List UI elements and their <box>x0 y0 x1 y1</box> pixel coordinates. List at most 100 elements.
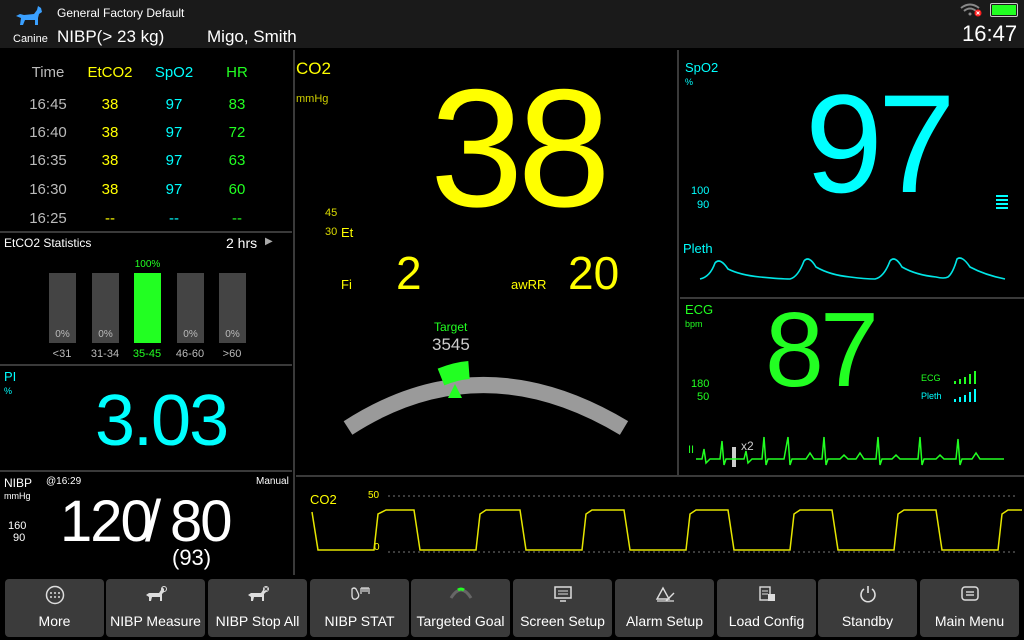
table-cell: -- <box>169 210 179 227</box>
stat-icon <box>310 585 409 603</box>
alarm-icon <box>615 585 714 603</box>
table-cell: 38 <box>101 96 119 113</box>
pleth-waveform[interactable]: Pleth <box>680 235 1024 295</box>
table-cell: 16:40 <box>29 124 67 141</box>
standby-button[interactable]: Standby <box>818 579 917 637</box>
ecg-label: ECG <box>685 302 714 317</box>
table-cell: 38 <box>101 152 119 169</box>
table-cell: 97 <box>165 181 183 198</box>
table-cell: 16:45 <box>29 96 67 113</box>
nibp-separator: / <box>145 489 162 554</box>
spo2-panel[interactable]: SpO2 % 97 100 90 <box>680 50 1024 235</box>
stat-bar-percent: 0% <box>183 329 198 340</box>
screen-setup-button[interactable]: Screen Setup <box>513 579 612 637</box>
stat-bar-percent: 0% <box>98 329 113 340</box>
stats-period[interactable]: 2 hrs <box>226 235 257 251</box>
hr-limit-low: 50 <box>697 391 710 403</box>
nibp-time: @16:29 <box>46 476 82 487</box>
main-menu-button[interactable]: Main Menu <box>920 579 1019 637</box>
table-cell: 16:35 <box>29 152 67 169</box>
power-icon <box>818 585 917 603</box>
stats-title: EtCO2 Statistics <box>4 236 92 250</box>
nibp-mean: (93) <box>172 545 212 570</box>
table-cell: 16:30 <box>29 181 67 198</box>
targeted-goal-button[interactable]: Targeted Goal <box>411 579 510 637</box>
config-icon <box>717 585 816 603</box>
nibp-systolic: 120 <box>60 489 153 554</box>
config-profile[interactable]: General Factory Default <box>57 6 184 20</box>
co2-waveform[interactable]: CO2 50 0 <box>296 478 1024 574</box>
chevron-right-icon[interactable]: ▶ <box>265 236 273 247</box>
nibp-stop-all-button[interactable]: NIBP Stop All <box>208 579 307 637</box>
top-header: Canine General Factory Default NIBP(> 23… <box>0 0 1024 48</box>
pi-label: PI <box>4 369 17 384</box>
nibp-mode-label: Manual <box>256 476 289 487</box>
spo2-signal-bar-icon <box>996 195 1008 209</box>
nibp-limit-low: 90 <box>13 532 26 544</box>
stat-bar-percent: 0% <box>225 329 240 340</box>
nibp-mode[interactable]: NIBP(> 23 kg) <box>57 27 164 47</box>
co2-awrr-label: awRR <box>511 277 547 292</box>
hr-limit-high: 180 <box>691 378 710 390</box>
co2-unit: mmHg <box>296 93 329 105</box>
table-cell: 97 <box>165 124 183 141</box>
trend-table[interactable]: Time EtCO2 SpO2 HR 16:45 38 97 83 16:40 … <box>0 50 292 230</box>
co2-value: 38 <box>430 54 611 242</box>
col-header-time: Time <box>31 64 65 81</box>
target-label: Target <box>434 320 468 334</box>
table-cell: 83 <box>228 96 246 113</box>
hr-source-ecg: ECG <box>921 373 941 383</box>
nibp-stat-button[interactable]: NIBP STAT <box>310 579 409 637</box>
nibp-measure-button[interactable]: NIBP Measure <box>106 579 205 637</box>
load-config-button[interactable]: Load Config <box>717 579 816 637</box>
dog-stop-icon <box>208 585 307 603</box>
gauge-icon <box>411 585 510 603</box>
col-header-etco2: EtCO2 <box>87 64 133 81</box>
table-cell: 63 <box>228 152 246 169</box>
pi-unit: % <box>4 386 13 396</box>
screen-icon <box>513 585 612 603</box>
table-cell: 72 <box>228 124 246 141</box>
more-button[interactable]: More <box>5 579 104 637</box>
nibp-label: NIBP <box>4 476 33 490</box>
more-icon <box>5 585 104 605</box>
spo2-value: 97 <box>805 65 956 222</box>
battery-icon <box>990 3 1018 17</box>
table-cell: 97 <box>165 96 183 113</box>
target-gauge <box>343 361 629 435</box>
ecg-trace <box>696 436 1004 466</box>
ecg-unit: bpm <box>685 319 703 329</box>
menu-icon <box>920 585 1019 603</box>
spo2-limit-high: 100 <box>691 185 710 197</box>
gauge-arc <box>343 377 629 435</box>
nibp-limit-high: 160 <box>8 520 27 532</box>
col-header-hr: HR <box>226 64 248 81</box>
stat-bar-fill <box>134 273 161 343</box>
hr-value: 87 <box>765 291 879 409</box>
wifi-off-icon <box>960 3 982 17</box>
table-cell: -- <box>232 210 242 227</box>
co2-limit-low: 30 <box>325 226 338 238</box>
nibp-unit: mmHg <box>4 491 31 501</box>
stat-bar-label: >60 <box>222 348 242 360</box>
co2-limit-high: 45 <box>325 207 338 219</box>
dog-icon <box>16 6 42 25</box>
co2-panel[interactable]: CO2 mmHg 38 45 30 Et Fi 2 awRR 20 Target… <box>296 50 676 475</box>
ecg-panel[interactable]: ECG bpm 87 180 50 ECG Pleth II x2 <box>680 291 1024 475</box>
alarm-setup-button[interactable]: Alarm Setup <box>615 579 714 637</box>
table-cell: -- <box>105 210 115 227</box>
hr-source-pleth: Pleth <box>921 391 942 401</box>
table-cell: 60 <box>228 181 246 198</box>
nibp-panel[interactable]: NIBP @16:29 Manual mmHg 160 90 120 / 80 … <box>0 472 292 574</box>
co2-et-label: Et <box>341 225 354 240</box>
spo2-unit: % <box>685 77 694 87</box>
patient-type: Canine <box>13 33 48 45</box>
table-cell: 38 <box>101 181 119 198</box>
spo2-label: SpO2 <box>685 60 719 75</box>
etco2-statistics-panel[interactable]: EtCO2 Statistics 2 hrs ▶ 0% <31 0% 31-34 100… <box>0 233 292 363</box>
pi-panel[interactable]: PI % 3.03 <box>0 366 292 470</box>
patient-name[interactable]: Migo, Smith <box>207 27 297 47</box>
table-cell: 38 <box>101 124 119 141</box>
pleth-trace <box>699 257 1006 280</box>
co2-label: CO2 <box>296 59 331 78</box>
